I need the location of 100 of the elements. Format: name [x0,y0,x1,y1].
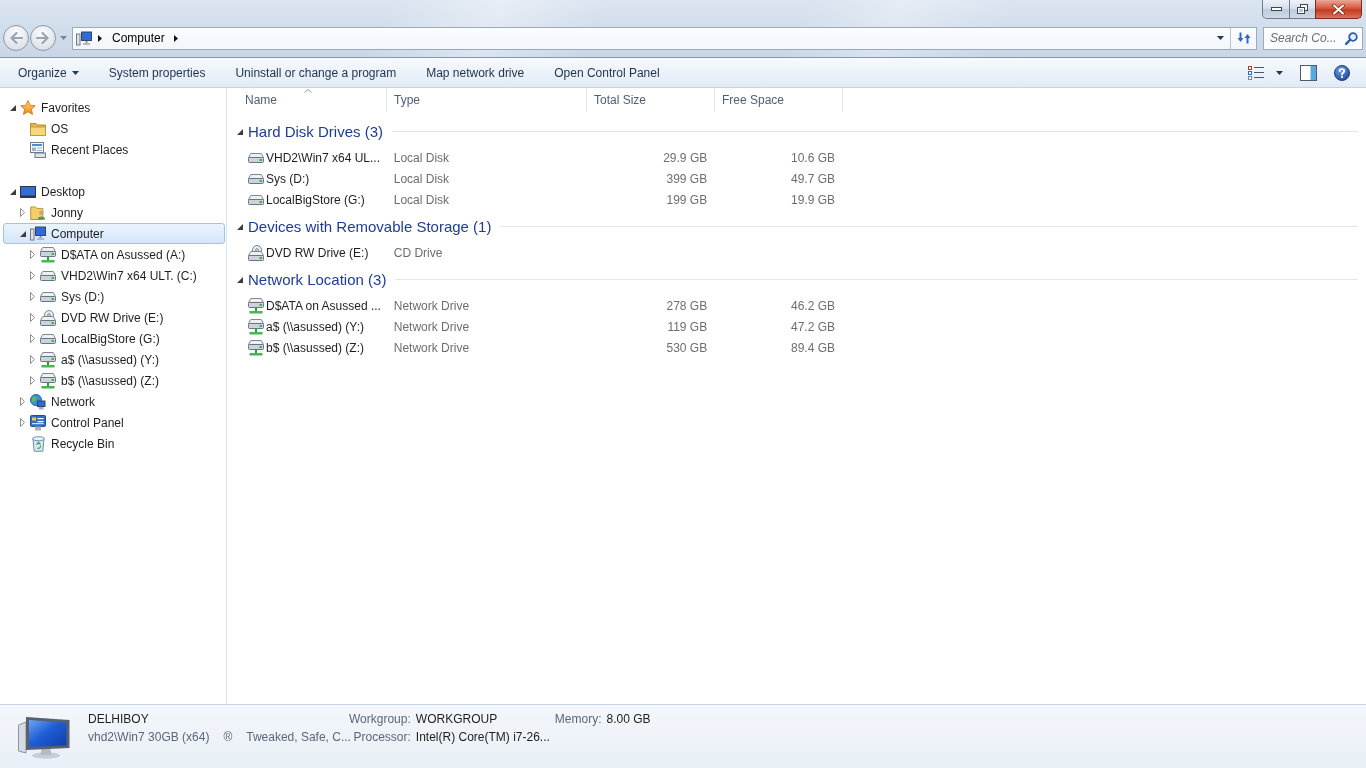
drive-type: Local Disk [393,150,450,165]
tree-item[interactable]: Recycle Bin [3,433,225,454]
preview-pane-icon [1300,64,1317,81]
drive-row[interactable]: Sys (D:) Local Disk 399 GB 49.7 GB [230,168,843,189]
globe-computer-icon [30,393,46,410]
view-list-icon [1248,65,1264,80]
computer-comment: Tweaked, Safe, C... [246,729,351,746]
breadcrumb[interactable]: Computer [106,28,171,48]
search-icon[interactable] [1345,31,1358,45]
chevron-right-icon[interactable] [98,34,102,42]
minimize-icon [1270,7,1282,11]
drive-type: Network Drive [393,319,470,334]
drive-type: Local Disk [393,192,450,207]
total-size: 399 GB [666,171,708,186]
column-header[interactable]: Total Size [587,88,715,112]
dvd-drive-icon [248,244,264,261]
tree-item[interactable]: Network [3,391,225,412]
total-size: 530 GB [666,340,708,355]
tree-item[interactable]: VHD2\Win7 x64 ULT. (C:) [3,265,225,286]
toolbar-button[interactable]: Uninstall or change a program [220,58,412,87]
group-header[interactable]: Network Location (3) [230,268,1366,291]
restore-icon [1297,4,1308,14]
tree-item[interactable]: a$ (\\asussed) (Y:) [3,349,225,370]
hard-drive-icon [248,152,264,163]
tree-item[interactable]: b$ (\\asussed) (Z:) [3,370,225,391]
hard-drive-icon [40,291,56,302]
tree-item[interactable]: Favorites [3,97,225,118]
tree-item[interactable]: LocalBigStore (G:) [3,328,225,349]
network-drive-icon [248,339,264,356]
drive-row[interactable]: D$ATA on Asussed ... Network Drive 278 GB 46.2 GB [230,295,843,316]
menu-button[interactable]: Organize [3,58,94,87]
free-space: 46.2 GB [791,298,835,313]
drive-row[interactable]: DVD RW Drive (E:) CD Drive [230,242,843,263]
registered-symbol: ® [223,729,233,746]
column-header[interactable]: Free Space [715,88,843,112]
property-value: WORKGROUP [415,711,499,728]
network-drive-icon [248,318,264,335]
column-header[interactable]: Name [230,88,387,112]
group-header[interactable]: Devices with Removable Storage (1) [230,215,1366,238]
drive-name: LocalBigStore (G:) [266,192,365,207]
drive-row[interactable]: a$ (\\asussed) (Y:) Network Drive 119 GB 47.2 GB [230,316,843,337]
group-header[interactable]: Hard Disk Drives (3) [230,120,1366,143]
total-size: 278 GB [666,298,708,313]
expand-arrow-icon[interactable] [9,104,16,111]
hard-drive-icon [40,270,56,281]
expand-arrow-icon[interactable] [237,276,243,283]
close-button[interactable] [1315,0,1362,19]
toolbar-button[interactable]: System properties [93,58,221,87]
free-space: 89.4 GB [791,340,835,355]
tree-item[interactable]: DVD RW Drive (E:) [3,307,225,328]
drive-row[interactable]: b$ (\\asussed) (Z:) Network Drive 530 GB 89.4 GB [230,337,843,358]
network-drive-icon [40,372,56,389]
tree-item[interactable]: Control Panel [3,412,225,433]
free-space: 19.9 GB [791,192,835,207]
search-field[interactable]: Search Co... [1263,26,1363,50]
dvd-drive-icon [40,309,56,326]
caret-down-icon[interactable] [71,70,79,75]
total-size: 199 GB [666,192,708,207]
expand-arrow-icon[interactable] [237,128,243,135]
tree-item[interactable]: Recent Places [3,139,225,160]
free-space: 47.2 GB [791,319,835,334]
computer-icon [76,30,92,46]
restore-button[interactable] [1289,0,1316,19]
toolbar-button[interactable]: Map network drive [411,58,540,87]
property-value: Intel(R) Core(TM) i7-26... [415,729,550,746]
expand-arrow-icon[interactable] [19,230,26,237]
drive-name: DVD RW Drive (E:) [266,245,369,260]
close-icon [1332,3,1345,15]
window-icon [30,141,46,158]
drive-name: a$ (\\asussed) (Y:) [266,319,365,334]
tree-item[interactable]: Desktop [3,181,225,202]
toolbar-button[interactable]: Open Control Panel [539,58,675,87]
drive-type: Network Drive [393,340,470,355]
computer-icon [30,226,46,241]
drive-row[interactable]: LocalBigStore (G:) Local Disk 199 GB 19.9 GB [230,189,843,210]
network-drive-icon [40,351,56,368]
tree-item[interactable]: Computer [3,223,225,244]
expand-arrow-icon[interactable] [9,188,16,195]
minimize-button[interactable] [1262,0,1290,19]
tree-item[interactable]: OS [3,118,225,139]
control-panel-icon [30,414,46,431]
tree-item[interactable]: Jonny [3,202,225,223]
drive-name: VHD2\Win7 x64 UL... [266,150,381,165]
computer-name: DELHIBOY [88,711,150,728]
caret-down-icon[interactable] [1217,36,1224,40]
recycle-bin-icon [31,435,45,452]
column-header[interactable]: Type [387,88,587,112]
address-bar[interactable]: Computer [72,26,1257,50]
network-drive-icon [40,246,56,263]
drive-row[interactable]: VHD2\Win7 x64 UL... Local Disk 29.9 GB 10.6 GB [230,147,843,168]
help-icon [1334,64,1350,81]
user-folder-icon [30,205,46,220]
tree-item[interactable]: Sys (D:) [3,286,225,307]
hard-drive-icon [248,173,264,184]
caret-down-icon[interactable] [1276,70,1283,75]
tree-item[interactable]: D$ATA on Asussed (A:) [3,244,225,265]
computer-description: vhd2\Win7 30GB (x64) [88,729,210,746]
chevron-right-icon[interactable] [173,34,178,42]
desktop-icon [20,185,36,198]
expand-arrow-icon[interactable] [237,223,243,230]
